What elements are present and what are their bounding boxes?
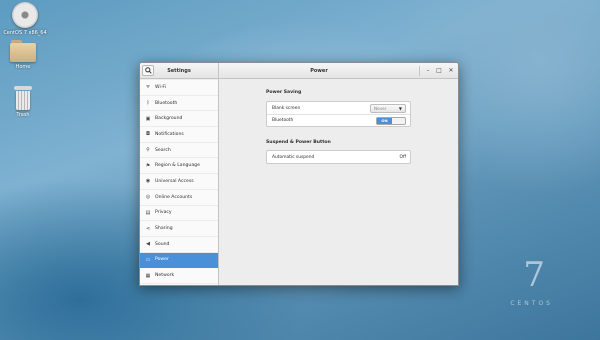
sidebar: ᯤ Wi-Fi ᛒ Bluetooth ▣ Background ◘ Notif… <box>140 80 218 285</box>
suspend-list: Automatic suspend Off <box>266 150 411 164</box>
sidebar-item-label: Universal Access <box>155 178 194 184</box>
sidebar-item-wifi[interactable]: ᯤ Wi-Fi <box>140 80 218 96</box>
settings-window: Settings Power – □ ✕ ᯤ Wi-Fi ᛒ Bluetooth… <box>139 62 459 286</box>
automatic-suspend-label: Automatic suspend <box>272 154 315 160</box>
power-icon: ▭ <box>145 256 151 263</box>
sidebar-item-label: Sharing <box>155 226 173 232</box>
sidebar-item-online-accounts[interactable]: ◎ Online Accounts <box>140 190 218 206</box>
sound-icon: ◀ <box>146 241 150 248</box>
sidebar-item-label: Sound <box>155 241 170 247</box>
background-icon: ▣ <box>145 115 151 122</box>
sidebar-item-label: Background <box>155 116 183 122</box>
accessibility-icon: ◉ <box>145 178 151 185</box>
desktop-icon-disc[interactable]: CentOS 7 x86_64 <box>2 2 48 36</box>
desktop-icon-label: Trash <box>16 112 30 118</box>
wifi-icon: ᯤ <box>145 84 151 91</box>
power-saving-list: Blank screen Never ▼ Bluetooth ON <box>266 101 411 127</box>
blank-screen-value: Never <box>374 105 387 111</box>
bluetooth-label: Bluetooth <box>272 118 294 123</box>
region-icon: ⚑ <box>145 162 151 169</box>
sidebar-item-background[interactable]: ▣ Background <box>140 111 218 128</box>
desktop-icon-label: CentOS 7 x86_64 <box>3 30 47 36</box>
optical-disc-icon <box>12 2 38 28</box>
trash-icon <box>14 86 32 110</box>
sidebar-item-label: Online Accounts <box>155 194 193 200</box>
blank-screen-row: Blank screen Never ▼ <box>267 102 410 114</box>
automatic-suspend-row[interactable]: Automatic suspend Off <box>267 151 410 163</box>
privacy-icon: ▤ <box>145 209 151 216</box>
sidebar-item-notifications[interactable]: ◘ Notifications <box>140 127 218 143</box>
header-bar: Settings Power – □ ✕ <box>140 63 458 79</box>
bell-icon: ◘ <box>146 131 150 138</box>
sidebar-item-search[interactable]: ⚲ Search <box>140 143 218 159</box>
bluetooth-row: Bluetooth ON <box>267 114 410 126</box>
sidebar-item-label: Bluetooth <box>155 100 178 106</box>
dropdown-arrow-icon: ▼ <box>398 105 402 111</box>
desktop-icon-home[interactable]: Home <box>0 40 46 70</box>
sidebar-item-sharing[interactable]: ⋖ Sharing <box>140 221 218 237</box>
network-icon: ▦ <box>145 272 151 279</box>
close-button[interactable]: ✕ <box>446 66 456 76</box>
bluetooth-icon: ᛒ <box>146 100 150 107</box>
power-saving-heading: Power Saving <box>266 90 302 95</box>
sidebar-item-universal-access[interactable]: ◉ Universal Access <box>140 174 218 190</box>
sidebar-item-label: Power <box>155 257 169 263</box>
sidebar-item-label: Wi-Fi <box>155 84 166 90</box>
power-panel: Power Saving Blank screen Never ▼ Blueto… <box>219 80 458 285</box>
minimize-button[interactable]: – <box>423 66 433 76</box>
search-icon: ⚲ <box>146 147 150 154</box>
sidebar-item-label: Search <box>155 147 171 153</box>
automatic-suspend-value: Off <box>399 154 406 160</box>
blank-screen-dropdown[interactable]: Never ▼ <box>370 103 406 113</box>
sidebar-item-sound[interactable]: ◀ Sound <box>140 237 218 253</box>
centos-wordmark: CENTOS <box>510 300 553 307</box>
accounts-icon: ◎ <box>145 194 151 201</box>
folder-icon <box>10 40 36 62</box>
sidebar-item-label: Region & Language <box>155 163 200 169</box>
desktop-icon-trash[interactable]: Trash <box>0 86 46 118</box>
panel-title: Power <box>310 68 328 74</box>
sidebar-item-region[interactable]: ⚑ Region & Language <box>140 158 218 175</box>
blank-screen-label: Blank screen <box>272 105 301 111</box>
sidebar-item-label: Network <box>155 273 175 279</box>
title-divider <box>419 66 420 76</box>
sidebar-item-power[interactable]: ▭ Power <box>140 252 218 269</box>
suspend-heading: Suspend & Power Button <box>266 140 331 145</box>
share-icon: ⋖ <box>145 225 151 232</box>
sidebar-item-bluetooth[interactable]: ᛒ Bluetooth <box>140 96 218 112</box>
sidebar-item-label: Notifications <box>155 131 184 137</box>
maximize-button[interactable]: □ <box>434 66 444 76</box>
centos-version-mark: 7 <box>523 255 545 295</box>
desktop-icon-label: Home <box>15 64 31 70</box>
settings-title: Settings <box>167 68 191 74</box>
toggle-on-label: ON <box>377 117 392 124</box>
sidebar-item-privacy[interactable]: ▤ Privacy <box>140 206 218 222</box>
sidebar-item-label: Privacy <box>155 210 172 216</box>
bluetooth-toggle[interactable]: ON <box>376 116 406 125</box>
sidebar-item-network[interactable]: ▦ Network <box>140 268 218 284</box>
